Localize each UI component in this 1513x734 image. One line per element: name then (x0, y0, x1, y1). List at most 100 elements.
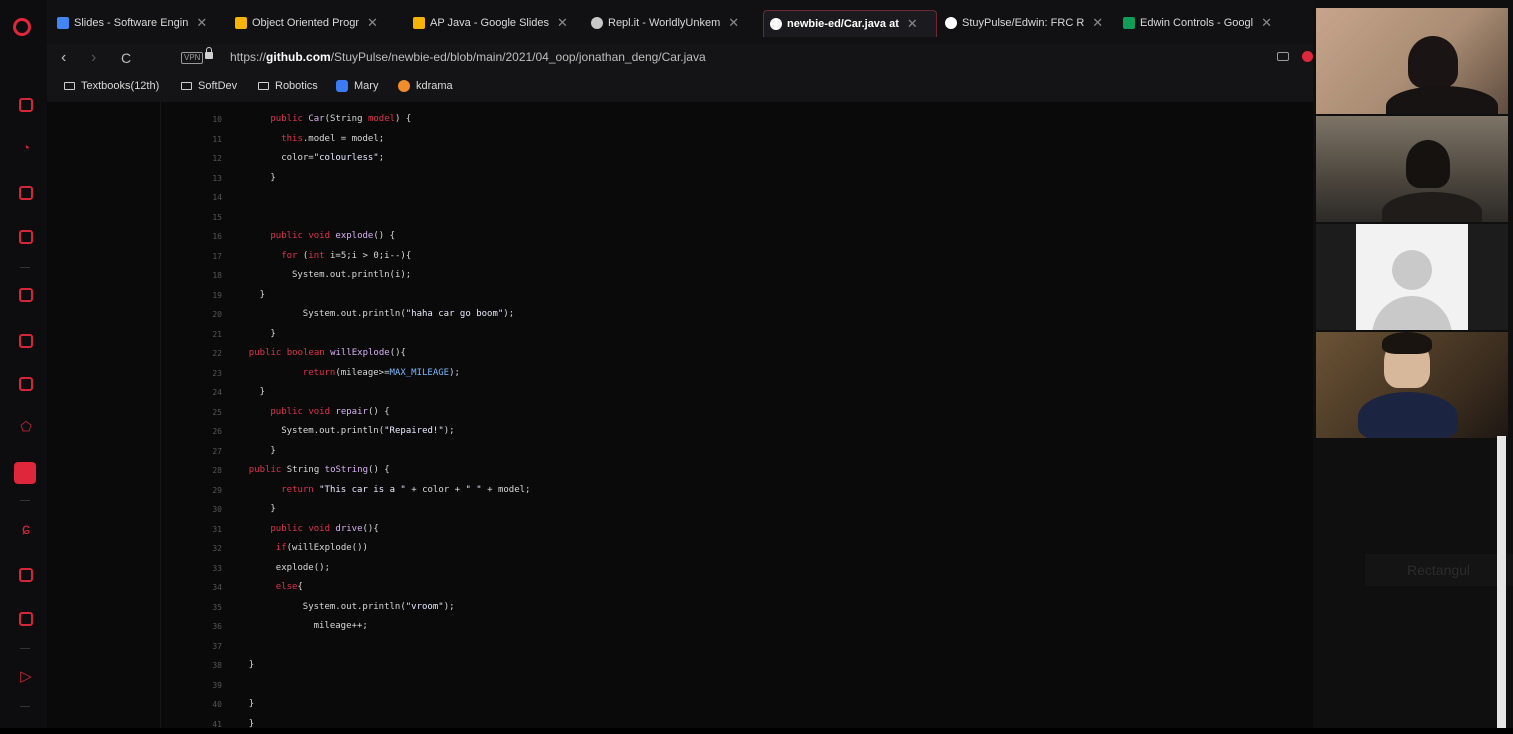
line-number: 29 (196, 481, 222, 501)
tab-edwin-controls[interactable]: Edwin Controls - Googl ✕ (1123, 10, 1293, 36)
player-icon[interactable]: ▷ (19, 670, 33, 684)
line-number: 38 (196, 656, 222, 676)
snapshot-icon[interactable] (1277, 52, 1289, 61)
replit-icon (591, 17, 603, 29)
code-line: 39 (196, 676, 530, 696)
code-line: 36mileage++; (196, 617, 530, 637)
line-number: 17 (196, 247, 222, 267)
tab-label: Repl.it - WorldlyUnkem (608, 17, 720, 29)
code-line: 16public void explode() { (196, 227, 530, 247)
code-text: } (238, 325, 276, 345)
code-line: 23return(mileage>=MAX_MILEAGE); (196, 364, 530, 384)
code-line: 11 this.model = model; (196, 130, 530, 150)
code-text: public String toString() { (238, 461, 390, 481)
close-icon[interactable]: ✕ (907, 16, 918, 32)
close-icon[interactable]: ✕ (367, 15, 378, 31)
address-bar-row: ‹ › C VPN https://github.com/StuyPulse/n… (47, 44, 1313, 72)
code-line: 15 (196, 208, 530, 228)
line-number: 30 (196, 500, 222, 520)
url-field[interactable]: https://github.com/StuyPulse/newbie-ed/b… (230, 50, 706, 64)
code-line: 38} (196, 656, 530, 676)
code-text: } (238, 383, 265, 403)
close-icon[interactable]: ✕ (1261, 15, 1272, 31)
code-line: 28public String toString() { (196, 461, 530, 481)
line-number: 41 (196, 715, 222, 734)
code-text: for (int i=5;i > 0;i--){ (238, 247, 411, 267)
code-line: 22public boolean willExplode(){ (196, 344, 530, 364)
bookmark-softdev[interactable]: SoftDev (181, 80, 237, 92)
whatsapp-icon[interactable] (19, 612, 33, 626)
code-line: 34else{ (196, 578, 530, 598)
folder-icon (64, 82, 75, 90)
workspace-icon[interactable] (19, 98, 33, 112)
line-number: 27 (196, 442, 222, 462)
tab-replit[interactable]: Repl.it - WorldlyUnkem ✕ (591, 10, 761, 36)
participant-video-3[interactable] (1316, 224, 1508, 330)
line-number: 11 (196, 130, 222, 150)
code-line: 26System.out.println("Repaired!"); (196, 422, 530, 442)
tab-slides-software[interactable]: Slides - Software Engin ✕ (57, 10, 227, 36)
speed-dial-icon[interactable]: ◔ (19, 141, 33, 155)
tab-object-oriented[interactable]: Object Oriented Progr ✕ (235, 10, 405, 36)
line-number: 34 (196, 578, 222, 598)
code-text: } (238, 500, 276, 520)
participant-video-4[interactable] (1316, 332, 1508, 438)
tab-stuypulse-edwin[interactable]: StuyPulse/Edwin: FRC R ✕ (945, 10, 1115, 36)
code-line: 35System.out.println("vroom"); (196, 598, 530, 618)
tab-label: AP Java - Google Slides (430, 17, 549, 29)
media-icon[interactable] (19, 377, 33, 391)
instagram-icon[interactable] (19, 568, 33, 582)
code-line: 21} (196, 325, 530, 345)
participant-video-1[interactable] (1316, 8, 1508, 114)
tab-label: Object Oriented Progr (252, 17, 359, 29)
close-icon[interactable]: ✕ (728, 15, 739, 31)
code-text: this.model = model; (238, 130, 384, 150)
opera-ai-icon[interactable]: ɕ (19, 523, 33, 537)
tab-label: Edwin Controls - Googl (1140, 17, 1253, 29)
close-icon[interactable]: ✕ (196, 15, 207, 31)
scrollbar[interactable] (1497, 436, 1506, 728)
back-icon[interactable]: ‹ (61, 49, 66, 67)
browser-sidebar: ◔ ⬠ ɕ ▷ (0, 0, 47, 728)
tab-label: newbie-ed/Car.java at (787, 18, 899, 30)
bookmark-robotics[interactable]: Robotics (258, 80, 318, 92)
bookmarks-icon[interactable] (19, 334, 33, 348)
extension-icon[interactable] (1302, 51, 1313, 62)
code-line: 10public Car(String model) { (196, 110, 530, 130)
url-path: /StuyPulse/newbie-ed/blob/main/2021/04_o… (331, 50, 706, 64)
google-sheets-icon (1123, 17, 1135, 29)
messenger-icon[interactable] (19, 230, 33, 244)
bookmark-kdrama[interactable]: kdrama (398, 80, 453, 92)
avatar (1356, 224, 1468, 330)
active-panel-icon[interactable] (14, 462, 36, 484)
code-text: } (238, 695, 254, 715)
tab-newbie-ed-car-java[interactable]: newbie-ed/Car.java at ✕ (763, 10, 937, 37)
github-icon (945, 17, 957, 29)
line-number: 21 (196, 325, 222, 345)
tab-label: StuyPulse/Edwin: FRC R (962, 17, 1084, 29)
forward-icon[interactable]: › (91, 49, 96, 67)
code-line: 14 (196, 188, 530, 208)
bookmark-textbooks[interactable]: Textbooks(12th) (64, 80, 159, 92)
code-line: 13} (196, 169, 530, 189)
vpn-badge[interactable]: VPN (181, 52, 203, 64)
settings-icon[interactable]: ⬠ (19, 420, 33, 434)
line-number: 32 (196, 539, 222, 559)
opera-logo-icon[interactable] (13, 18, 31, 36)
line-number: 15 (196, 208, 222, 228)
github-icon (770, 18, 782, 30)
tab-strip: Slides - Software Engin ✕ Object Oriente… (47, 0, 1313, 44)
reload-icon[interactable]: C (121, 49, 131, 67)
tab-ap-java[interactable]: AP Java - Google Slides ✕ (413, 10, 583, 36)
close-icon[interactable]: ✕ (1092, 15, 1103, 31)
shopping-icon[interactable] (19, 186, 33, 200)
code-text: color="colourless"; (238, 149, 384, 169)
briefcase-icon[interactable] (19, 288, 33, 302)
participant-video-2[interactable] (1316, 116, 1508, 222)
bookmark-mary[interactable]: Mary (336, 80, 378, 92)
lock-icon[interactable] (205, 52, 213, 59)
line-number: 35 (196, 598, 222, 618)
close-icon[interactable]: ✕ (557, 15, 568, 31)
overlay-label: Rectangul (1365, 554, 1513, 586)
code-text: System.out.println("haha car go boom"); (238, 305, 514, 325)
